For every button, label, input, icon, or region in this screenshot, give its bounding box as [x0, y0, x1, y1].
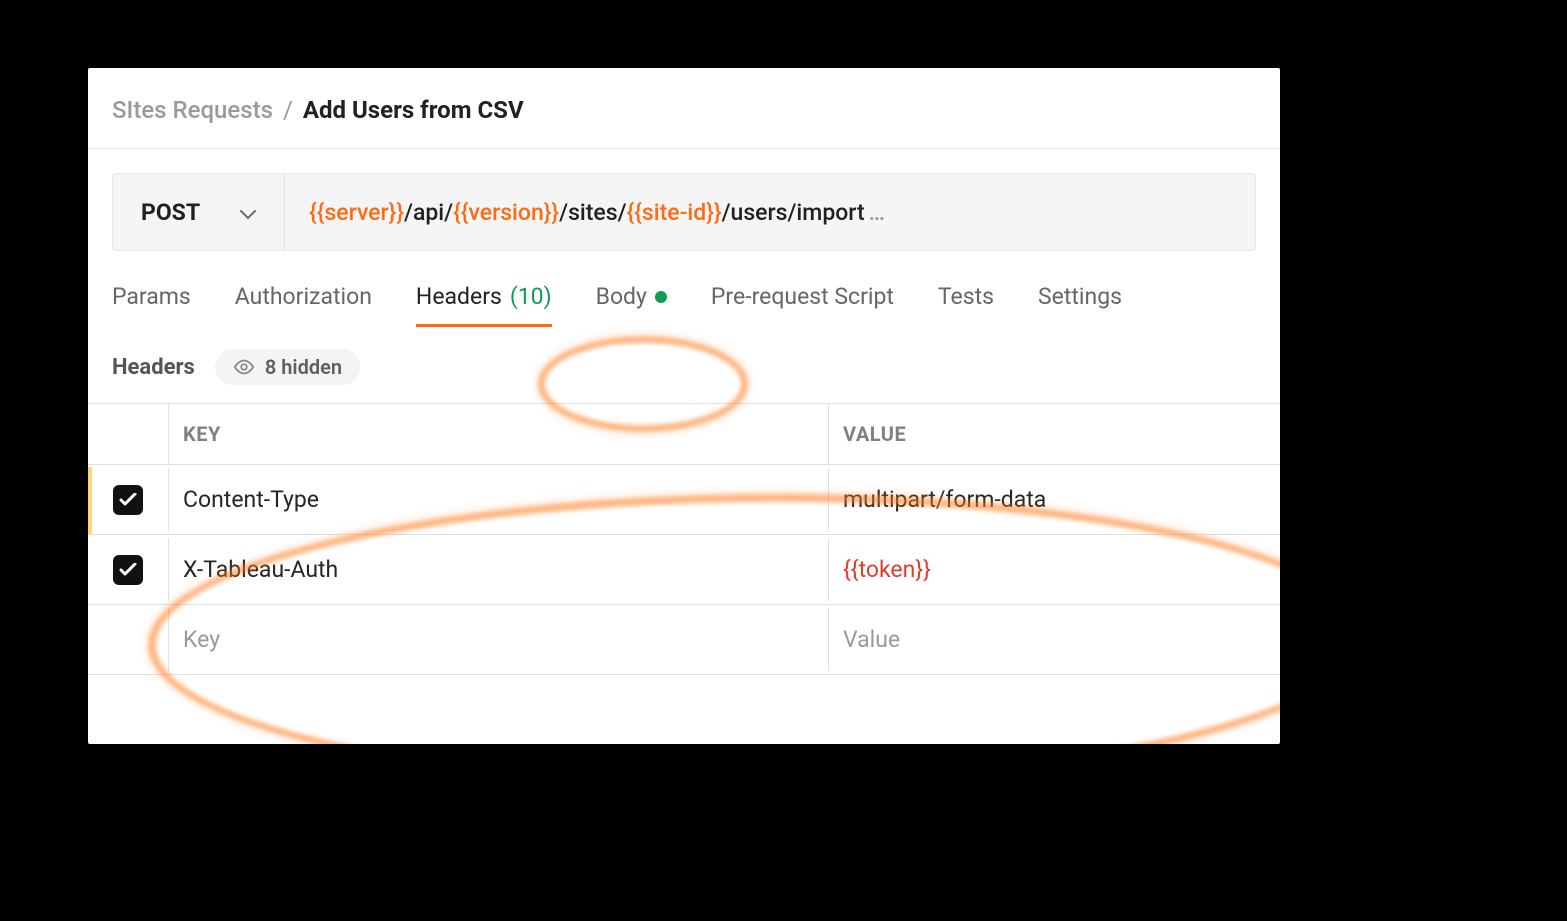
checkbox-checked-icon[interactable] [113, 485, 143, 515]
headers-col-value: VALUE [828, 404, 1280, 464]
tab-authorization[interactable]: Authorization [235, 283, 372, 327]
header-enable-cell [88, 537, 168, 603]
hidden-headers-toggle[interactable]: 8 hidden [215, 349, 360, 385]
table-row: Content-Type multipart/form-data [88, 465, 1280, 535]
eye-icon [233, 359, 255, 375]
breadcrumb-separator: / [283, 96, 293, 124]
http-method-dropdown[interactable]: POST [113, 174, 285, 250]
header-key-input[interactable]: Content-Type [168, 468, 828, 531]
url-var-version: {{version}} [453, 199, 559, 226]
breadcrumb: SItes Requests / Add Users from CSV [88, 68, 1280, 149]
request-url-bar: POST {{server}} /api/ {{version}} /sites… [112, 173, 1256, 251]
headers-col-key: KEY [168, 404, 828, 464]
table-row-new: Key Value [88, 605, 1280, 675]
tab-headers[interactable]: Headers (10) [416, 283, 552, 327]
tab-pre-request-script[interactable]: Pre-request Script [711, 283, 894, 327]
headers-section-label: Headers [112, 355, 195, 380]
headers-table-header-row: KEY VALUE [88, 404, 1280, 465]
url-seg-api: /api/ [404, 199, 453, 226]
tab-body-label: Body [596, 283, 647, 310]
table-row: X-Tableau-Auth {{token}} [88, 535, 1280, 605]
headers-subheader: Headers 8 hidden [88, 327, 1280, 403]
header-key-input[interactable]: X-Tableau-Auth [168, 538, 828, 601]
breadcrumb-parent[interactable]: SItes Requests [112, 96, 273, 124]
breadcrumb-current: Add Users from CSV [303, 96, 524, 124]
header-value-input[interactable]: {{token}} [828, 538, 1280, 601]
http-method-label: POST [141, 199, 200, 226]
headers-col-checkbox [88, 416, 168, 452]
hidden-headers-count: 8 hidden [265, 355, 342, 379]
header-enable-cell-empty [88, 622, 168, 658]
tab-headers-label: Headers [416, 283, 502, 310]
url-var-site-id: {{site-id}} [627, 199, 722, 226]
request-tabs: Params Authorization Headers (10) Body P… [88, 251, 1280, 327]
header-key-input[interactable]: Key [168, 608, 828, 671]
tab-settings[interactable]: Settings [1038, 283, 1122, 327]
header-enable-cell [88, 467, 168, 533]
header-value-variable: {{token}} [843, 556, 931, 583]
tab-tests-label: Tests [938, 283, 994, 310]
tab-settings-label: Settings [1038, 283, 1122, 310]
header-value-input[interactable]: Value [828, 608, 1280, 671]
tab-headers-count: (10) [510, 283, 552, 310]
url-seg-users-import: /users/import [722, 199, 865, 226]
request-panel: SItes Requests / Add Users from CSV POST… [88, 68, 1280, 744]
tab-pre-request-label: Pre-request Script [711, 283, 894, 310]
url-var-server: {{server}} [309, 199, 404, 226]
url-truncated-icon: … [869, 199, 885, 226]
tab-params[interactable]: Params [112, 283, 191, 327]
checkbox-checked-icon[interactable] [113, 555, 143, 585]
body-modified-dot-icon [655, 291, 667, 303]
tab-tests[interactable]: Tests [938, 283, 994, 327]
header-value-input[interactable]: multipart/form-data [828, 468, 1280, 531]
tab-authorization-label: Authorization [235, 283, 372, 310]
chevron-down-icon [240, 199, 256, 226]
tab-params-label: Params [112, 283, 191, 310]
url-seg-sites: /sites/ [559, 199, 626, 226]
headers-table: KEY VALUE Content-Type multipart/form-da… [88, 403, 1280, 675]
request-url-input[interactable]: {{server}} /api/ {{version}} /sites/ {{s… [285, 174, 1255, 250]
tab-body[interactable]: Body [596, 283, 667, 327]
